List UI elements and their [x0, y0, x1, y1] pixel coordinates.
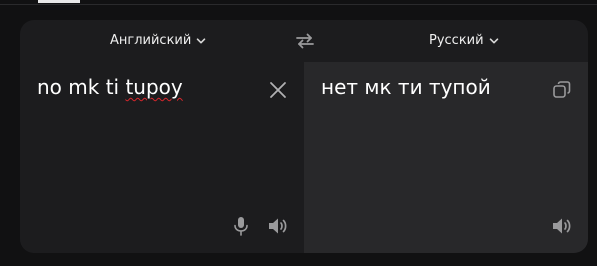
- swap-languages-button[interactable]: [294, 32, 316, 50]
- source-text[interactable]: no mk ti tupoy: [37, 75, 183, 99]
- target-language-select[interactable]: Русский: [429, 33, 499, 48]
- top-divider: [0, 4, 597, 5]
- translation-area: нет мк ти тупой: [304, 62, 588, 253]
- source-language-select[interactable]: Английский: [110, 33, 206, 48]
- speaker-icon: [267, 215, 289, 237]
- misspelled-word: tupoy: [125, 75, 183, 99]
- top-tab-strip: [0, 0, 597, 6]
- chevron-down-icon: [196, 36, 206, 46]
- microphone-button[interactable]: [230, 215, 252, 237]
- swap-arrows-icon: [294, 32, 316, 50]
- close-icon: [267, 79, 289, 101]
- source-language-label: Английский: [110, 33, 192, 48]
- translation-text: нет мк ти тупой: [321, 75, 491, 99]
- translator-panel: Английский Русский no mk ti tupoy нет мк…: [20, 20, 588, 253]
- active-tab-indicator: [38, 0, 80, 3]
- clear-text-button[interactable]: [267, 79, 289, 101]
- source-listen-button[interactable]: [267, 215, 289, 237]
- language-bar: Английский Русский: [20, 20, 588, 62]
- source-text-plain: no mk ti: [37, 75, 126, 99]
- microphone-icon: [230, 215, 252, 237]
- source-text-area[interactable]: no mk ti tupoy: [20, 62, 304, 253]
- target-language-label: Русский: [429, 33, 484, 48]
- copy-translation-button[interactable]: [551, 79, 573, 101]
- copy-icon: [551, 79, 573, 101]
- translation-listen-button[interactable]: [551, 215, 573, 237]
- speaker-icon: [551, 215, 573, 237]
- chevron-down-icon: [489, 36, 499, 46]
